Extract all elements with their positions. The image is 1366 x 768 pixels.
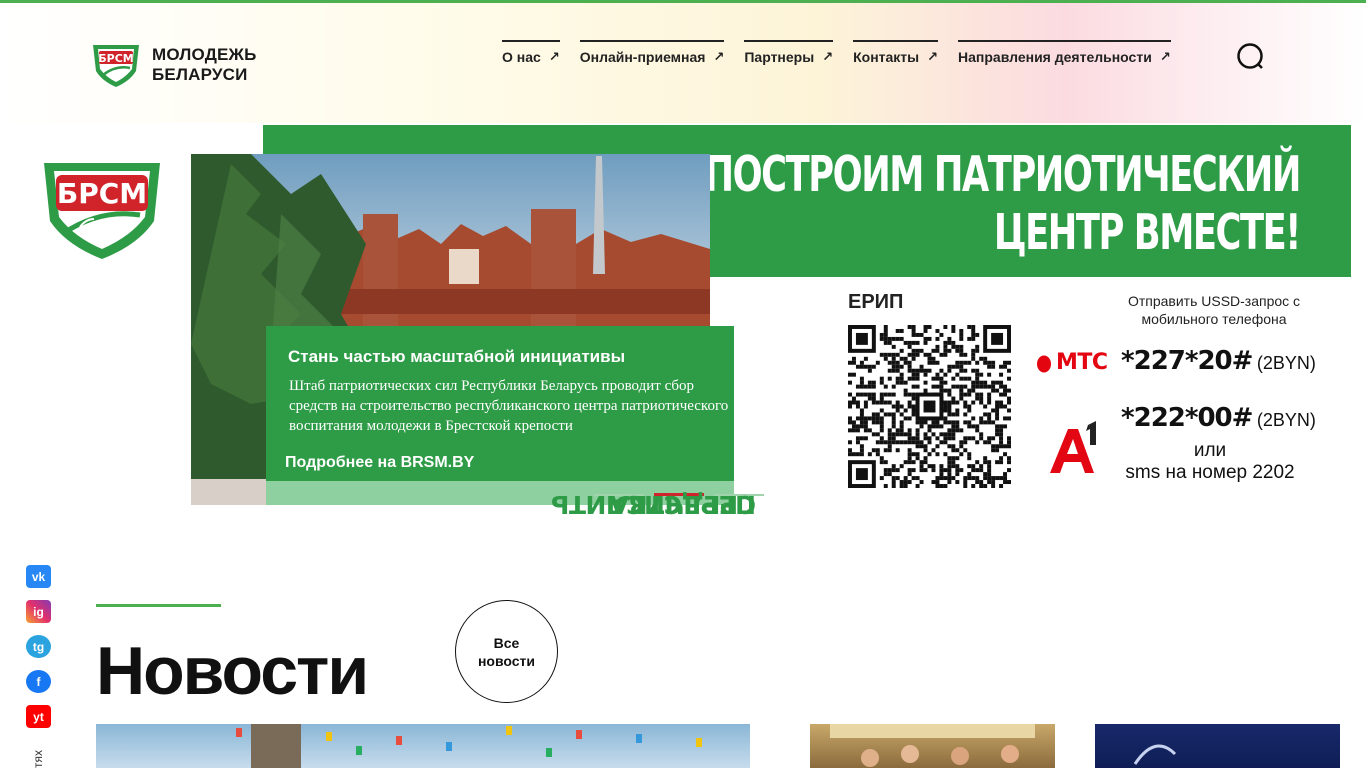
arrow-up-right-icon: ↗ [713,49,725,64]
nav-item-label: Партнеры [744,49,815,65]
site-logo[interactable]: БРСМ МОЛОДЕЖЬ БЕЛАРУСИ [90,41,257,89]
svg-text:БРСМ: БРСМ [57,177,147,210]
mts-ussd-code: *227*20# (2BYN) [1121,346,1316,376]
mts-logo: МТС [1036,350,1108,375]
a1-logo-icon [1050,421,1096,473]
arrow-up-right-icon: ↗ [1159,49,1171,64]
telegram-icon[interactable]: tg [26,635,51,658]
family-photo-image [830,724,1035,767]
mts-egg-icon [1037,355,1051,372]
nav-item-partners[interactable]: Партнеры ↗ [744,40,834,65]
social-links: vk ig tg f yt [26,565,51,728]
erip-qr-code-icon [848,325,1011,488]
nav-item-label: Контакты [853,49,920,65]
social-side-label: тях [31,750,45,768]
headline-line-1: ПОСТРОИМ ПАТРИОТИЧЕСКИЙ [704,146,1302,203]
arrow-up-right-icon: ↗ [927,49,939,64]
mts-price: (2BYN) [1256,353,1316,373]
search-icon[interactable] [1236,42,1264,70]
logo-line-2: БЕЛАРУСИ [152,65,248,84]
sms-number: sms на номер 2202 [1125,462,1295,483]
a1-price: (2BYN) [1256,410,1316,430]
a1-code-value: *222*00# [1121,403,1253,433]
banner-headline: ПОСТРОИМ ПАТРИОТИЧЕСКИЙ ЦЕНТР ВМЕСТЕ! [704,146,1302,262]
a1-ussd-code: *222*00# (2BYN) [1121,403,1316,433]
main-nav: О нас ↗ Онлайн-приемная ↗ Партнеры ↗ Контак… [502,40,1171,65]
vertical-text-line-2: СРЕДСТВА [610,490,756,519]
instagram-icon[interactable]: ig [26,600,51,623]
headline-line-2: ЦЕНТР ВМЕСТЕ! [993,204,1302,261]
sms-alternative: или sms на номер 2202 [1120,440,1300,484]
nav-item-label: Онлайн-приемная [579,49,706,65]
erip-label: ЕРИП [848,291,904,313]
arrow-up-right-icon: ↗ [822,49,834,64]
blue-emblem-image [1133,744,1177,765]
more-link[interactable]: Подробнее на BRSM.BY [285,454,474,472]
site-header: БРСМ МОЛОДЕЖЬ БЕЛАРУСИ О нас ↗ Онлайн-при… [0,3,1366,123]
news-accent-line [96,604,221,607]
nav-item-label: О нас [502,49,541,65]
svg-text:БРСМ: БРСМ [98,52,133,65]
nav-item-online-reception[interactable]: Онлайн-приемная ↗ [579,40,725,65]
ussd-instruction: Отправить USSD-запрос с мобильного телеф… [1127,293,1301,327]
logo-line-1: МОЛОДЕЖЬ [152,45,257,64]
mts-code-value: *227*20# [1121,346,1253,376]
news-card-image-3[interactable] [1095,724,1340,768]
nav-item-contacts[interactable]: Контакты ↗ [853,40,939,65]
initiative-card: Стань частью масштабной инициативы Штаб … [266,326,734,505]
news-heading: Новости [96,633,369,709]
or-text: или [1193,440,1227,461]
youtube-icon[interactable]: yt [26,705,51,728]
festival-flags-image [236,724,702,768]
arrow-up-right-icon: ↗ [548,49,560,64]
nav-item-label: Направления деятельности [958,49,1152,65]
brsm-emblem-icon: БРСМ [93,45,139,87]
all-news-line-2: новости [477,652,536,669]
news-card-image-2[interactable] [810,724,1055,768]
card-title: Стань частью масштабной инициативы [288,347,626,366]
nav-item-about[interactable]: О нас ↗ [502,40,560,65]
card-body: Штаб патриотических сил Республики Белар… [289,378,729,434]
brsm-large-emblem-icon: БРСМ [44,163,160,259]
news-card-image-1[interactable] [96,724,750,768]
facebook-icon[interactable]: f [26,670,51,693]
all-news-line-1: Все [493,634,520,651]
all-news-button[interactable]: Все новости [455,600,558,703]
mts-name: МТС [1056,350,1108,375]
vk-icon[interactable]: vk [26,565,51,588]
nav-item-activities[interactable]: Направления деятельности ↗ [958,40,1171,65]
transfer-funds-label: ПЕРЕЧИСЛИТЬ СРЕДСТВА [551,300,816,519]
